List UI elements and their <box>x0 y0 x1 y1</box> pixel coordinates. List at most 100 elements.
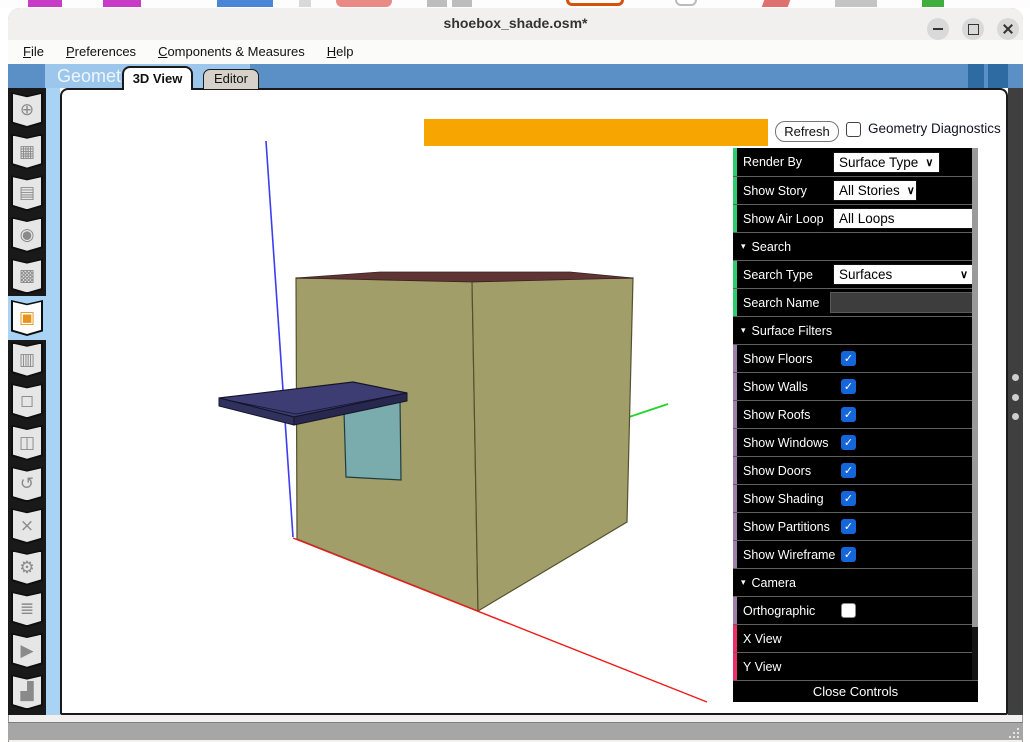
show-shading-checkbox[interactable]: ✓ <box>841 491 856 506</box>
chevron-down-icon: ∨ <box>960 268 968 281</box>
splitter-grip-dot <box>1012 374 1019 381</box>
chevron-down-icon: ∨ <box>925 156 933 169</box>
show-air-loop-select[interactable]: All Loops <box>833 208 974 229</box>
show-roofs-checkbox[interactable]: ✓ <box>841 407 856 422</box>
render-progress-bar <box>424 119 768 146</box>
row-accent-stripe <box>733 457 737 484</box>
sidebar-item-spaces[interactable]: ◻ <box>11 383 43 419</box>
show-floors-label: Show Floors <box>743 352 812 366</box>
sidebar-item-facility[interactable]: ▥ <box>11 342 43 378</box>
row-render-by: Render By Surface Type ∨ <box>733 148 978 176</box>
menu-components-measures[interactable]: Components & Measures <box>147 40 316 64</box>
tab-3d-view[interactable]: 3D View <box>122 66 193 90</box>
row-accent-stripe <box>733 597 737 624</box>
render-controls-rows: Render By Surface Type ∨ Show StoryAll Stor… <box>733 148 978 702</box>
sidebar-item-constructions[interactable]: ▤ <box>11 175 43 211</box>
menu-help[interactable]: Help <box>316 40 365 64</box>
background-app-icon <box>835 0 877 7</box>
menu-file[interactable]: File <box>12 40 55 64</box>
row-search-type: Search Type Surfaces∨ <box>733 260 978 288</box>
panel-scrollbar-thumb[interactable] <box>972 148 978 627</box>
right-panel-splitter[interactable] <box>1008 88 1023 715</box>
x-view-label: X View <box>743 632 782 646</box>
show-doors-checkbox[interactable]: ✓ <box>841 463 856 478</box>
menubar: FilePreferencesComponents & MeasuresHelp <box>8 40 1023 64</box>
row-accent-stripe <box>733 177 737 204</box>
close-controls-button[interactable]: Close Controls <box>733 680 978 702</box>
show-wireframe-checkbox[interactable]: ✓ <box>841 547 856 562</box>
show-partitions-label: Show Partitions <box>743 520 830 534</box>
sidebar-item-measures[interactable]: ≣ <box>11 591 43 627</box>
search-type-select[interactable]: Surfaces∨ <box>833 264 974 285</box>
resize-grip[interactable] <box>1005 726 1019 738</box>
section-collapse-icon[interactable]: ▾ <box>741 241 746 252</box>
search-name-input[interactable] <box>830 292 973 313</box>
sidebar-item-hvac-systems[interactable]: ↺ <box>11 466 43 502</box>
row-accent-stripe <box>733 485 737 512</box>
minimize-button[interactable] <box>927 18 949 40</box>
row-accent-stripe <box>733 429 737 456</box>
refresh-button[interactable]: Refresh <box>775 121 839 142</box>
tabbar-segment <box>988 64 1008 89</box>
sidebar-item-schedules[interactable]: ▦ <box>11 134 43 170</box>
search-type-label: Search Type <box>743 268 813 282</box>
run-simulation-icon: ▶ <box>11 633 43 669</box>
show-air-loop-label: Show Air Loop <box>743 212 824 226</box>
show-story-select[interactable]: All Stories∨ <box>833 180 917 201</box>
background-app-icon <box>28 0 62 7</box>
sidebar-item-loads[interactable]: ◉ <box>11 217 43 253</box>
row-surface-filters: ▾Surface Filters <box>733 316 978 344</box>
z-axis-blue <box>266 141 293 537</box>
sidebar-item-geometry[interactable]: ▣ <box>11 300 43 336</box>
results-summary-icon: ▟ <box>11 674 43 710</box>
hvac-systems-icon: ↺ <box>11 466 43 502</box>
maximize-button[interactable] <box>962 18 984 40</box>
row-show-walls: Show Walls ✓ <box>733 372 978 400</box>
sidebar-item-results-summary[interactable]: ▟ <box>11 674 43 710</box>
show-floors-checkbox[interactable]: ✓ <box>841 351 856 366</box>
section-collapse-icon[interactable]: ▾ <box>741 325 746 336</box>
row-y-view[interactable]: Y View <box>733 652 978 680</box>
render-by-value: Surface Type <box>839 155 918 170</box>
row-accent-stripe <box>733 289 737 316</box>
background-app-icon <box>427 0 447 7</box>
show-walls-label: Show Walls <box>743 380 808 394</box>
tab-editor-label: Editor <box>214 71 248 86</box>
geometry-diagnostics-checkbox[interactable] <box>846 122 861 137</box>
output-variables-icon: × <box>11 508 43 544</box>
show-air-loop-value: All Loops <box>839 211 895 226</box>
sidebar-item-space-types[interactable]: ▩ <box>11 258 43 294</box>
show-windows-checkbox[interactable]: ✓ <box>841 435 856 450</box>
search-label: Search <box>752 240 792 254</box>
right-wall[interactable] <box>472 278 633 611</box>
sidebar-item-simulation-settings[interactable]: ⚙ <box>11 550 43 586</box>
show-wireframe-label: Show Wireframe <box>743 548 835 562</box>
row-show-story: Show StoryAll Stories∨ <box>733 176 978 204</box>
menu-preferences[interactable]: Preferences <box>55 40 147 64</box>
tab-editor[interactable]: Editor <box>203 69 259 89</box>
sidebar-item-run-simulation[interactable]: ▶ <box>11 633 43 669</box>
render-by-label: Render By <box>743 155 802 169</box>
window-title: shoebox_shade.osm* <box>8 15 1023 31</box>
orthographic-checkbox[interactable] <box>841 603 856 618</box>
close-button[interactable] <box>997 18 1019 40</box>
sidebar-item-thermal-zones[interactable]: ◫ <box>11 425 43 461</box>
sidebar-item-site[interactable]: ⊕ <box>11 92 43 128</box>
background-app-icon <box>675 0 697 6</box>
row-show-shading: Show Shading✓ <box>733 484 978 512</box>
row-accent-stripe <box>733 373 737 400</box>
panel-scrollbar[interactable] <box>972 148 978 702</box>
section-collapse-icon[interactable]: ▾ <box>741 577 746 588</box>
render-by-select[interactable]: Surface Type ∨ <box>833 152 940 173</box>
background-app-icon <box>762 0 791 7</box>
show-walls-checkbox[interactable]: ✓ <box>841 379 856 394</box>
row-show-doors: Show Doors✓ <box>733 456 978 484</box>
sidebar-item-output-variables[interactable]: × <box>11 508 43 544</box>
render-controls-panel: Render By Surface Type ∨ Show StoryAll Stor… <box>733 148 978 702</box>
show-partitions-checkbox[interactable]: ✓ <box>841 519 856 534</box>
row-x-view[interactable]: X View <box>733 624 978 652</box>
row-search-name: Search Name <box>733 288 978 316</box>
row-accent-stripe <box>733 345 737 372</box>
geometry-icon: ▣ <box>11 300 43 336</box>
row-search: ▾ Search <box>733 232 978 260</box>
